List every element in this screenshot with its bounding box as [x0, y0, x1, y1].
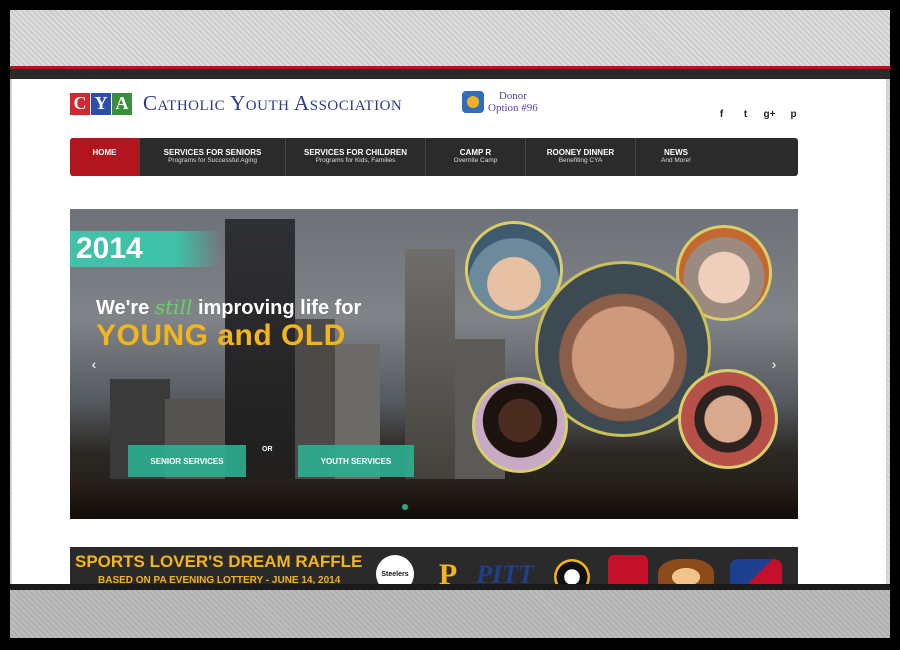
- nav-item-title: CAMP R: [459, 148, 492, 157]
- twitter-icon[interactable]: t: [740, 109, 751, 120]
- window-frame: C Y A Catholic Youth Association Donor O…: [10, 10, 890, 638]
- google-plus-icon[interactable]: g+: [764, 109, 776, 120]
- nav-item-subtitle: Overnite Camp: [453, 157, 498, 164]
- nav-item-title: NEWS: [664, 148, 688, 157]
- raffle-title: SPORTS LOVER'S DREAM RAFFLE: [75, 552, 363, 571]
- or-text: OR: [262, 446, 273, 453]
- donor-icon: [462, 91, 484, 113]
- nav-item-title: SERVICES FOR CHILDREN: [304, 148, 407, 157]
- raffle-subtitle: BASED ON PA EVENING LOTTERY - JUNE 14, 2…: [98, 575, 341, 584]
- slider-dot[interactable]: [402, 504, 408, 510]
- site-name: Catholic Youth Association: [143, 91, 403, 115]
- hero-headline-big: YOUNG and OLD: [96, 319, 346, 352]
- bottom-band: [10, 584, 890, 638]
- donor-option-badge[interactable]: Donor Option #96: [462, 90, 538, 114]
- logo-letter-c: C: [70, 92, 90, 115]
- robert-morris-logo: [730, 559, 782, 584]
- penguins-logo: [554, 559, 590, 584]
- nav-item-rooney-dinner[interactable]: ROONEY DINNER Benefiting CYA: [526, 138, 636, 176]
- donor-line2: Option #96: [488, 102, 538, 114]
- steelers-logo: Steelers: [376, 555, 414, 584]
- slider-prev-arrow[interactable]: ‹: [82, 352, 106, 376]
- social-links: f t g+ p: [716, 109, 799, 120]
- riverhounds-logo: [658, 559, 714, 584]
- pinterest-icon[interactable]: p: [788, 109, 799, 120]
- nav-item-home[interactable]: HOME: [70, 138, 140, 176]
- hero-slider: 2014 We're still improving life for YOUN…: [70, 209, 798, 519]
- top-strip: [10, 10, 890, 66]
- headline-part2: improving life for: [197, 297, 362, 319]
- nav-item-news[interactable]: NEWS And More!: [636, 138, 716, 176]
- senior-services-button[interactable]: SENIOR SERVICES: [128, 445, 246, 477]
- facebook-icon[interactable]: f: [716, 109, 727, 120]
- hero-year: 2014: [70, 231, 220, 267]
- logo-letter-a: A: [112, 92, 132, 115]
- nav-item-subtitle: And More!: [661, 157, 691, 164]
- nav-item-children[interactable]: SERVICES FOR CHILDREN Programs for Kids,…: [286, 138, 426, 176]
- nav-item-title: SERVICES FOR SENIORS: [163, 148, 262, 157]
- nav-item-seniors[interactable]: SERVICES FOR SENIORS Programs for Succes…: [140, 138, 286, 176]
- donor-text: Donor Option #96: [488, 90, 538, 114]
- headline-part1: We're: [96, 297, 150, 319]
- nav-item-subtitle: Benefiting CYA: [558, 157, 603, 164]
- slider-next-arrow[interactable]: ›: [762, 352, 786, 376]
- main-nav: HOME SERVICES FOR SENIORS Programs for S…: [70, 138, 798, 176]
- pirates-logo: P: [438, 558, 458, 584]
- young-girl-photo: [472, 377, 568, 473]
- dark-accent-line: [10, 69, 890, 79]
- nav-item-title: HOME: [92, 148, 117, 157]
- nav-item-subtitle: Programs for Kids, Families: [315, 157, 396, 164]
- waterfront: [70, 479, 798, 519]
- nav-item-title: ROONEY DINNER: [546, 148, 615, 157]
- youth-services-button[interactable]: YOUTH SERVICES: [298, 445, 414, 477]
- nav-item-camp-r[interactable]: CAMP R Overnite Camp: [426, 138, 526, 176]
- pitt-logo: PITT: [476, 560, 534, 584]
- duquesne-logo: [608, 555, 648, 584]
- raffle-banner[interactable]: SPORTS LOVER'S DREAM RAFFLE BASED ON PA …: [70, 547, 798, 584]
- site-logo[interactable]: C Y A Catholic Youth Association: [70, 91, 402, 116]
- donor-line1: Donor: [498, 90, 527, 102]
- headline-emphasis: still: [154, 295, 193, 319]
- young-boy-photo: [678, 369, 778, 469]
- web-page: C Y A Catholic Youth Association Donor O…: [12, 79, 886, 584]
- nav-item-subtitle: Programs for Successful Aging: [168, 157, 257, 164]
- hero-headline: We're still improving life for: [96, 295, 361, 320]
- logo-letter-y: Y: [91, 92, 111, 115]
